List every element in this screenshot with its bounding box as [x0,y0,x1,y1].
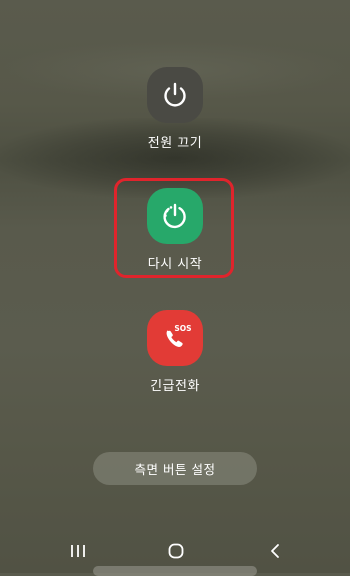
power-off-label: 전원 끄기 [147,136,203,151]
gesture-handle [93,566,257,576]
restart-label: 다시 시작 [147,257,203,272]
back-icon[interactable] [263,540,287,562]
emergency-call-label: 긴급전화 [150,379,200,394]
sos-badge: SOS [174,324,191,333]
restart-option[interactable]: 다시 시작 [0,188,350,272]
restart-icon [147,188,203,244]
power-icon [147,67,203,123]
side-key-settings-button[interactable]: 측면 버튼 설정 [93,452,257,485]
emergency-call-option[interactable]: SOS 긴급전화 [0,310,350,394]
sos-phone-icon: SOS [147,310,203,366]
recents-icon[interactable] [66,540,90,562]
power-off-option[interactable]: 전원 끄기 [0,67,350,151]
home-icon[interactable] [164,540,188,562]
